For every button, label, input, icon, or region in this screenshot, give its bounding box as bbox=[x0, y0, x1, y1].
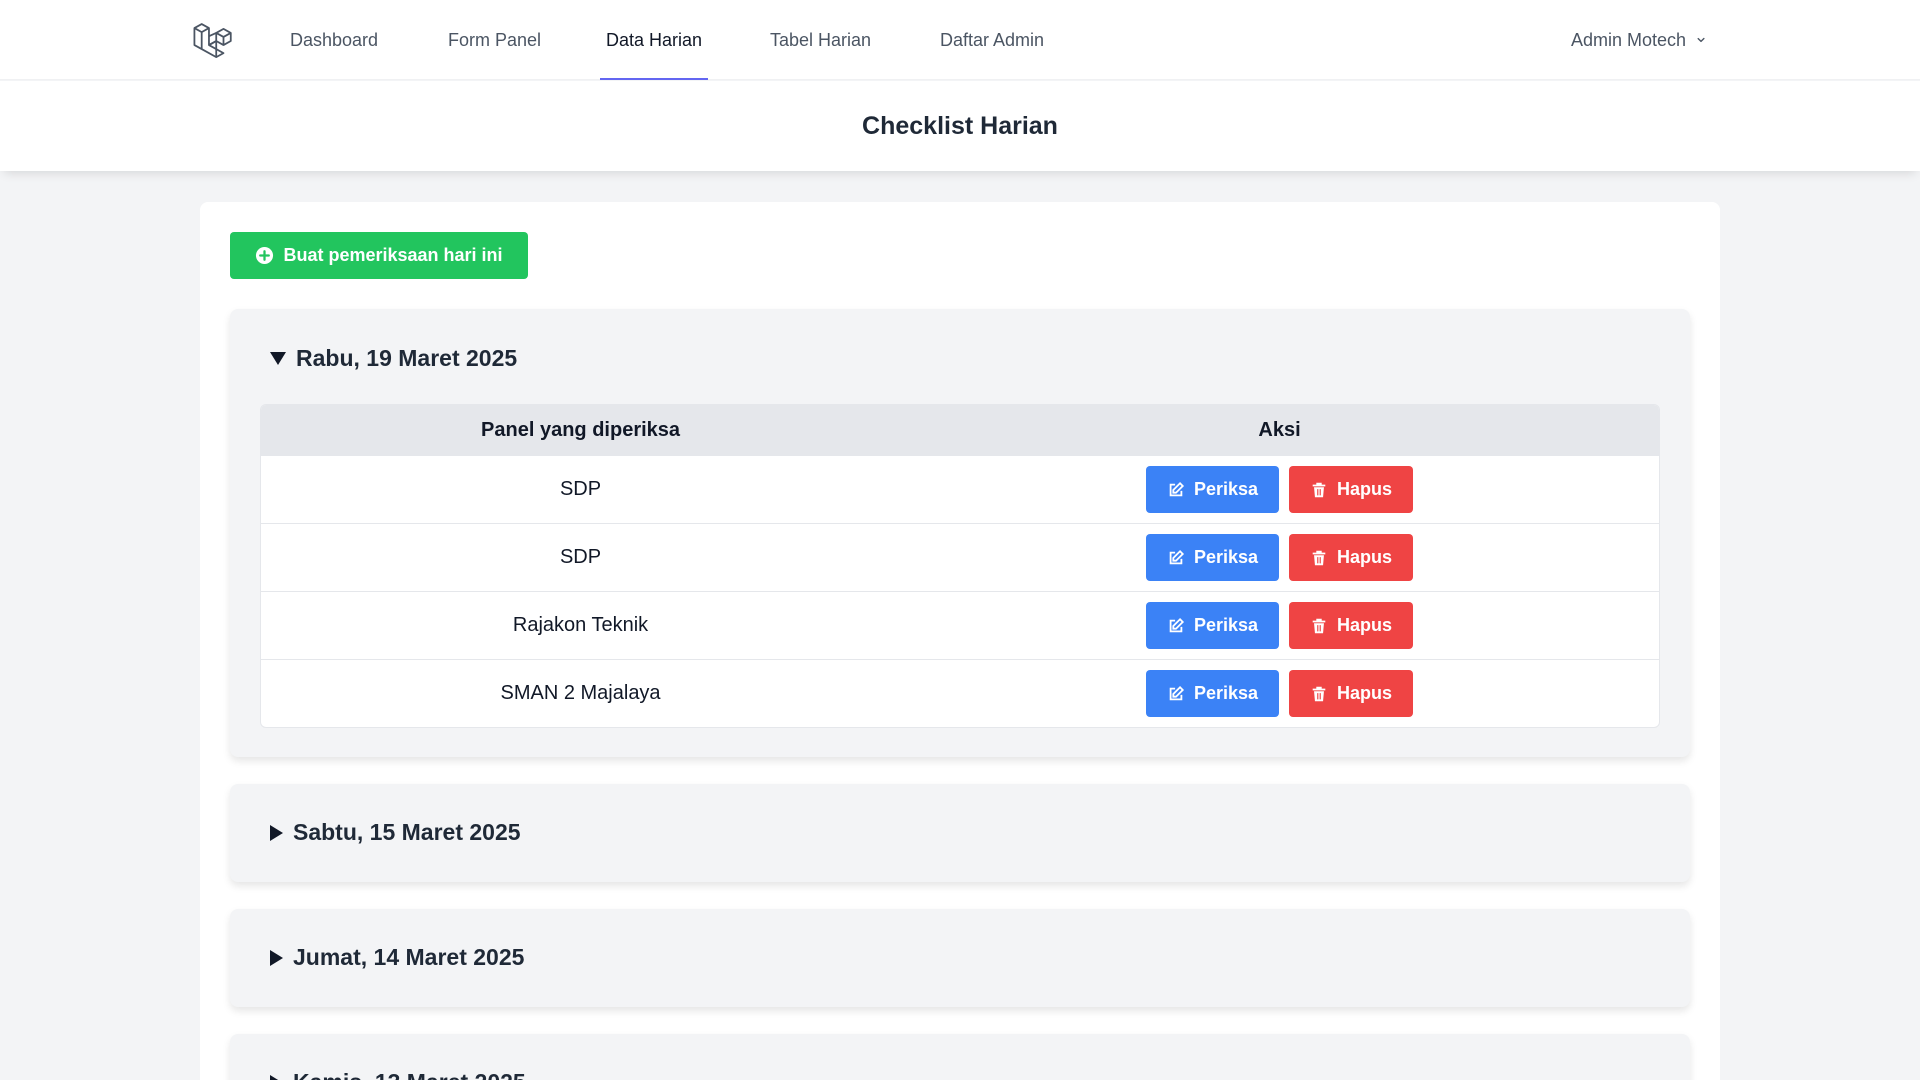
row-actions: Periksa Hapus bbox=[900, 466, 1659, 513]
hapus-button[interactable]: Hapus bbox=[1289, 602, 1414, 649]
panel-name: SMAN 2 Majalaya bbox=[500, 682, 661, 704]
nav-link-form-panel[interactable]: Form Panel bbox=[442, 0, 547, 80]
periksa-button[interactable]: Periksa bbox=[1146, 670, 1280, 717]
edit-icon bbox=[1169, 685, 1185, 700]
caret-right-icon bbox=[270, 1074, 283, 1080]
periksa-label: Periksa bbox=[1194, 479, 1259, 499]
table-row: SDP Periksa Hapus bbox=[261, 455, 1659, 523]
panel-name: SDP bbox=[559, 478, 602, 500]
periksa-button[interactable]: Periksa bbox=[1146, 602, 1280, 649]
trash-icon bbox=[1312, 618, 1326, 633]
hapus-label: Hapus bbox=[1337, 479, 1393, 499]
chevron-down-icon bbox=[1697, 37, 1705, 43]
top-navbar: Dashboard Form Panel Data Harian Tabel H… bbox=[0, 0, 1920, 80]
periksa-button[interactable]: Periksa bbox=[1146, 534, 1280, 581]
edit-icon bbox=[1169, 549, 1185, 564]
hapus-button[interactable]: Hapus bbox=[1289, 670, 1414, 717]
panel-name: SDP bbox=[559, 546, 602, 568]
hapus-button[interactable]: Hapus bbox=[1289, 534, 1414, 581]
plus-circle-icon bbox=[256, 246, 274, 265]
caret-down-icon bbox=[270, 352, 286, 365]
hapus-label: Hapus bbox=[1337, 683, 1393, 703]
day-toggle[interactable]: Kamis, 13 Maret 2025 bbox=[270, 1069, 526, 1080]
nav-link-data-harian[interactable]: Data Harian bbox=[600, 0, 709, 80]
day-toggle[interactable]: Jumat, 14 Maret 2025 bbox=[270, 944, 524, 971]
user-menu[interactable]: Admin Motech bbox=[1571, 0, 1708, 80]
row-actions: Periksa Hapus bbox=[900, 534, 1659, 581]
caret-right-icon bbox=[270, 949, 283, 966]
trash-icon bbox=[1312, 686, 1326, 701]
page-header: Checklist Harian bbox=[0, 81, 1920, 171]
main-card: Buat pemeriksaan hari ini Rabu, 19 Maret… bbox=[200, 202, 1720, 1080]
nav-link-tabel-harian[interactable]: Tabel Harian bbox=[764, 0, 877, 80]
create-check-label: Buat pemeriksaan hari ini bbox=[283, 245, 503, 265]
day-toggle[interactable]: Rabu, 19 Maret 2025 bbox=[270, 345, 517, 372]
periksa-label: Periksa bbox=[1194, 683, 1259, 703]
column-header-panel: Panel yang diperiksa bbox=[481, 418, 681, 441]
create-check-button[interactable]: Buat pemeriksaan hari ini bbox=[230, 232, 528, 279]
caret-right-icon bbox=[270, 824, 283, 841]
periksa-button[interactable]: Periksa bbox=[1146, 466, 1280, 513]
day-section: Sabtu, 15 Maret 2025 bbox=[230, 784, 1690, 882]
column-header-aksi: Aksi bbox=[1258, 418, 1301, 441]
table-row: Rajakon Teknik Periksa Hapus bbox=[261, 591, 1659, 659]
day-section: Rabu, 19 Maret 2025 Panel yang diperiksa… bbox=[230, 309, 1690, 757]
hapus-button[interactable]: Hapus bbox=[1289, 466, 1414, 513]
panel-table: Panel yang diperiksa Aksi SDP Periksa Ha… bbox=[260, 404, 1660, 728]
row-actions: Periksa Hapus bbox=[900, 670, 1659, 717]
day-section: Kamis, 13 Maret 2025 bbox=[230, 1034, 1690, 1080]
day-toggle[interactable]: Sabtu, 15 Maret 2025 bbox=[270, 819, 521, 846]
day-title: Jumat, 14 Maret 2025 bbox=[293, 944, 525, 970]
trash-icon bbox=[1312, 482, 1326, 497]
hapus-label: Hapus bbox=[1337, 547, 1393, 567]
periksa-label: Periksa bbox=[1194, 547, 1259, 567]
day-section: Jumat, 14 Maret 2025 bbox=[230, 909, 1690, 1007]
day-title: Kamis, 13 Maret 2025 bbox=[293, 1069, 526, 1080]
day-title: Rabu, 19 Maret 2025 bbox=[296, 345, 518, 371]
periksa-label: Periksa bbox=[1194, 615, 1259, 635]
hapus-label: Hapus bbox=[1337, 615, 1393, 635]
page-title: Checklist Harian bbox=[862, 112, 1058, 140]
panel-name: Rajakon Teknik bbox=[512, 614, 649, 636]
edit-icon bbox=[1169, 617, 1185, 632]
trash-icon bbox=[1312, 550, 1326, 565]
row-actions: Periksa Hapus bbox=[900, 602, 1659, 649]
user-name: Admin Motech bbox=[1570, 30, 1686, 50]
edit-icon bbox=[1169, 481, 1185, 496]
nav-link-daftar-admin[interactable]: Daftar Admin bbox=[934, 0, 1050, 80]
day-title: Sabtu, 15 Maret 2025 bbox=[293, 819, 521, 845]
laravel-logo-icon[interactable] bbox=[192, 20, 234, 62]
nav-link-dashboard[interactable]: Dashboard bbox=[284, 0, 384, 80]
table-header: Panel yang diperiksa Aksi bbox=[261, 405, 1659, 455]
table-row: SDP Periksa Hapus bbox=[261, 523, 1659, 591]
table-row: SMAN 2 Majalaya Periksa Hapus bbox=[261, 659, 1659, 727]
